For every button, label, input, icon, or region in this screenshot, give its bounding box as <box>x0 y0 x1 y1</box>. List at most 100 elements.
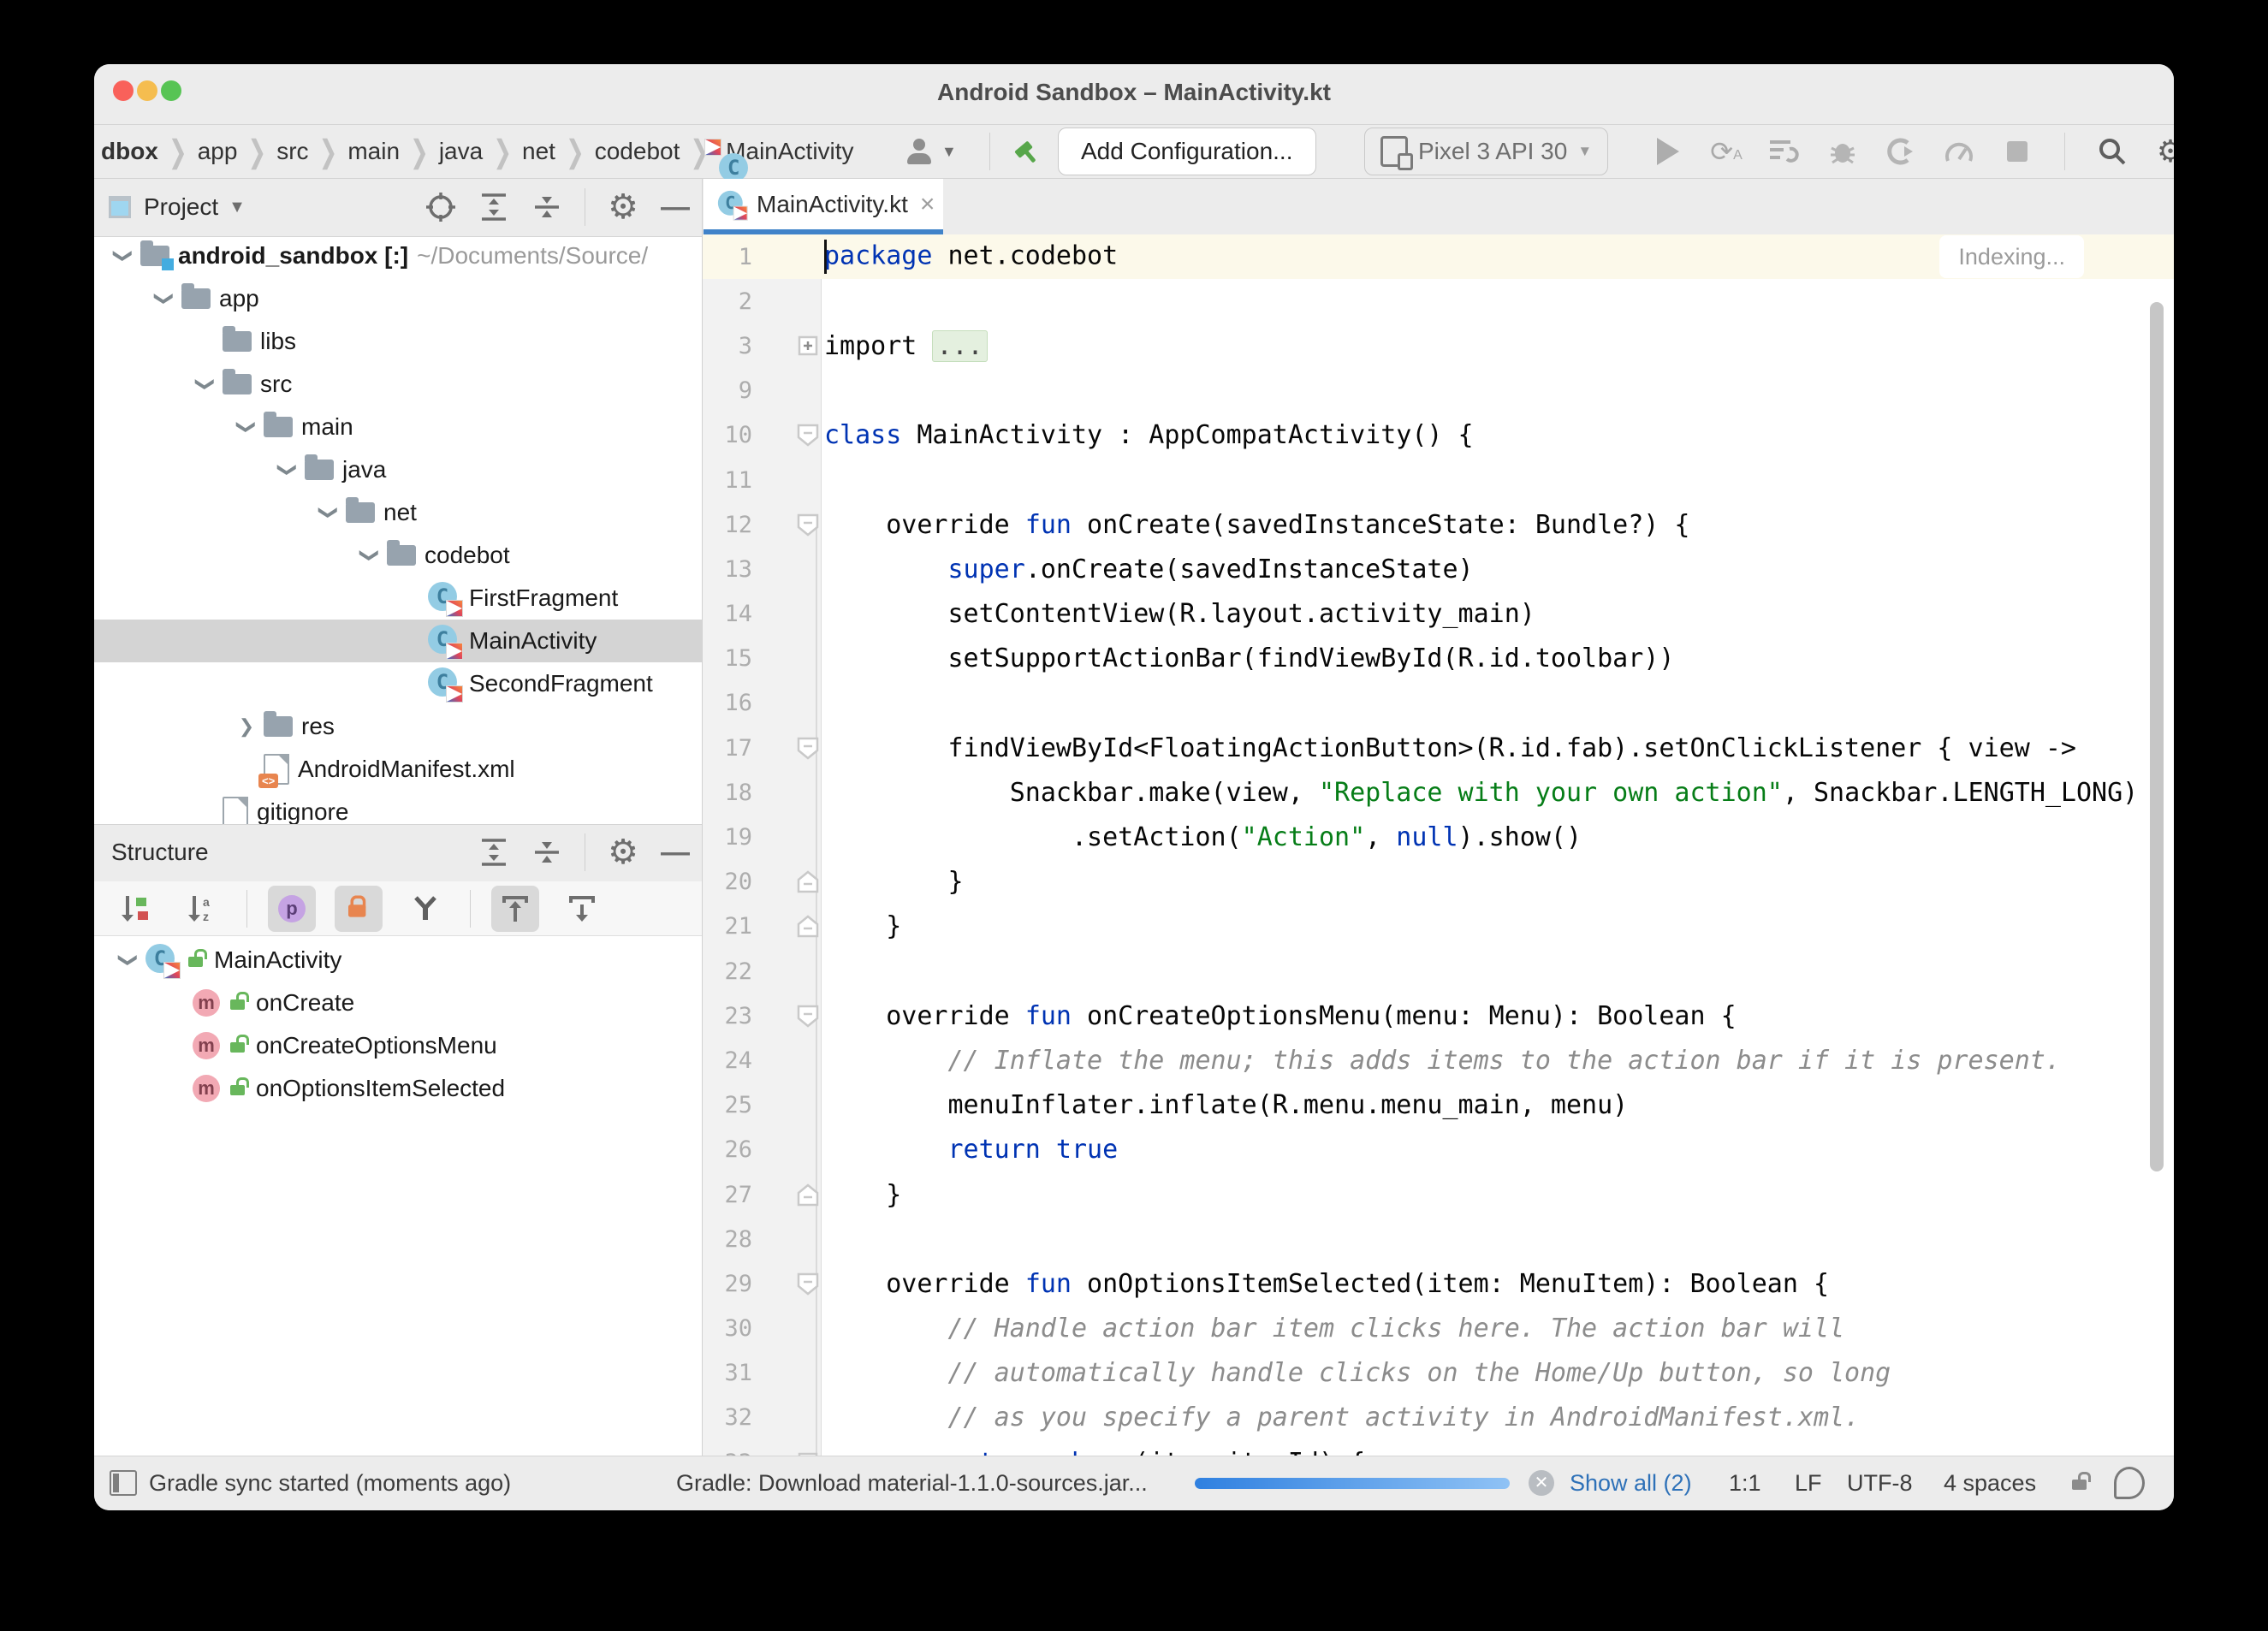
chevron-open-icon[interactable]: ❯ <box>312 501 346 524</box>
code-line-31[interactable]: 31 // automatically handle clicks on the… <box>703 1351 2174 1396</box>
structure-item-onOptionsItemSelected[interactable]: monOptionsItemSelected <box>94 1067 702 1110</box>
readonly-lock-icon[interactable] <box>2072 1456 2089 1509</box>
show-all-link[interactable]: Show all (2) <box>1570 1456 1692 1509</box>
file-encoding[interactable]: UTF-8 <box>1847 1456 1913 1509</box>
code-line-32[interactable]: 32 // as you specify a parent activity i… <box>703 1396 2174 1440</box>
code-line-27[interactable]: 27 } <box>703 1172 2174 1217</box>
tree-item-codebot[interactable]: ❯codebot <box>94 534 702 577</box>
code-line-14[interactable]: 14 setContentView(R.layout.activity_main… <box>703 592 2174 637</box>
code-line-3[interactable]: 3import ... <box>703 323 2174 368</box>
fold-marker-icon[interactable] <box>795 1183 821 1207</box>
expand-all-icon[interactable] <box>478 192 509 222</box>
breadcrumb-item[interactable]: codebot <box>595 138 680 165</box>
chevron-open-icon[interactable]: ❯ <box>188 373 223 395</box>
breadcrumb-item[interactable]: main <box>347 138 400 165</box>
breadcrumb-item[interactable]: net <box>522 138 555 165</box>
tree-item-android_sandbox[interactable]: ❯android_sandbox [:]~/Documents/Source/ <box>94 234 702 277</box>
code-line-13[interactable]: 13 super.onCreate(savedInstanceState) <box>703 547 2174 591</box>
line-ending[interactable]: LF <box>1795 1456 1822 1509</box>
tree-item-AndroidManifest.xml[interactable]: <>AndroidManifest.xml <box>94 748 702 791</box>
toolwindow-toggle-icon[interactable] <box>110 1456 137 1509</box>
code-line-23[interactable]: 23 override fun onCreateOptionsMenu(menu… <box>703 993 2174 1038</box>
tree-item-net[interactable]: ❯net <box>94 491 702 534</box>
panel-splitter[interactable] <box>702 179 703 1456</box>
add-configuration-button[interactable]: Add Configuration... <box>1058 128 1316 175</box>
stop-button[interactable] <box>1992 128 2042 175</box>
fold-marker-icon[interactable] <box>795 424 821 447</box>
structure-item-onCreate[interactable]: monCreate <box>94 982 702 1024</box>
collapse-all-icon[interactable] <box>531 837 562 868</box>
show-properties-toggle[interactable]: p <box>268 886 316 932</box>
editor-scrollbar[interactable] <box>2150 302 2164 1171</box>
tab-mainactivity[interactable]: C MainActivity.kt × <box>704 179 943 229</box>
sync-status-text[interactable]: Gradle sync started (moments ago) <box>149 1456 511 1509</box>
code-line-21[interactable]: 21 } <box>703 904 2174 949</box>
code-line-26[interactable]: 26 return true <box>703 1128 2174 1172</box>
show-fields-toggle[interactable] <box>335 886 383 932</box>
tree-item-FirstFragment[interactable]: CFirstFragment <box>94 577 702 620</box>
notifications-icon[interactable] <box>2114 1456 2145 1509</box>
code-line-20[interactable]: 20 } <box>703 860 2174 904</box>
code-line-10[interactable]: 10class MainActivity : AppCompatActivity… <box>703 413 2174 458</box>
tree-item-SecondFragment[interactable]: CSecondFragment <box>94 662 702 705</box>
code-line-28[interactable]: 28 <box>703 1217 2174 1261</box>
code-editor[interactable]: 1package net.codebot23import ...910class… <box>703 234 2174 1456</box>
tree-item-libs[interactable]: libs <box>94 320 702 363</box>
indent-setting[interactable]: 4 spaces <box>1944 1456 2036 1509</box>
profiler-button[interactable] <box>1934 128 1984 175</box>
chevron-open-icon[interactable]: ❯ <box>353 544 387 566</box>
caret-position[interactable]: 1:1 <box>1729 1456 1761 1509</box>
code-line-33[interactable]: 33 return when (item.itemId) { <box>703 1440 2174 1456</box>
search-everywhere-button[interactable] <box>2087 128 2137 175</box>
code-line-25[interactable]: 25 menuInflater.inflate(R.menu.menu_main… <box>703 1083 2174 1128</box>
code-line-11[interactable]: 11 <box>703 458 2174 502</box>
show-inherited-toggle[interactable] <box>401 886 449 932</box>
sort-alphabetically-icon[interactable]: az <box>178 886 226 932</box>
device-selector[interactable]: Pixel 3 API 30 ▼ <box>1364 128 1608 175</box>
tree-item-res[interactable]: ❯res <box>94 705 702 748</box>
chevron-open-icon[interactable]: ❯ <box>229 416 264 438</box>
chevron-down-icon[interactable]: ▼ <box>229 198 246 217</box>
hide-panel-icon[interactable]: — <box>661 191 690 224</box>
breadcrumb-item[interactable]: dbox <box>101 138 158 165</box>
fold-marker-icon[interactable] <box>795 870 821 893</box>
close-tab-icon[interactable]: × <box>920 190 935 219</box>
breadcrumb-item[interactable]: java <box>439 138 483 165</box>
collapse-all-icon[interactable] <box>531 192 562 222</box>
chevron-open-icon[interactable]: ❯ <box>147 288 181 310</box>
attach-profiler-button[interactable] <box>1876 128 1926 175</box>
tree-item-main[interactable]: ❯main <box>94 406 702 448</box>
fold-marker-icon[interactable] <box>795 335 821 356</box>
profile-menu[interactable]: ▼ <box>905 125 957 178</box>
locate-file-icon[interactable] <box>425 192 456 222</box>
fold-marker-icon[interactable] <box>795 513 821 537</box>
settings-gear-icon[interactable]: ⚙ <box>2146 128 2174 175</box>
code-line-19[interactable]: 19 .setAction("Action", null).show() <box>703 815 2174 859</box>
tree-item-MainActivity[interactable]: CMainActivity <box>94 620 702 662</box>
autoscroll-from-source-toggle[interactable] <box>491 886 539 932</box>
code-line-12[interactable]: 12 override fun onCreate(savedInstanceSt… <box>703 502 2174 547</box>
autoscroll-to-source-toggle[interactable] <box>558 886 606 932</box>
build-button[interactable] <box>1006 125 1044 178</box>
tree-item-app[interactable]: ❯app <box>94 277 702 320</box>
breadcrumb-item[interactable]: src <box>276 138 308 165</box>
fold-marker-icon[interactable] <box>795 737 821 760</box>
run-button[interactable] <box>1643 128 1693 175</box>
tree-item-java[interactable]: ❯java <box>94 448 702 491</box>
chevron-open-icon[interactable]: ❯ <box>106 245 140 267</box>
debug-button[interactable] <box>1818 128 1867 175</box>
panel-settings-gear-icon[interactable]: ⚙ <box>608 190 638 224</box>
code-line-29[interactable]: 29 override fun onOptionsItemSelected(it… <box>703 1261 2174 1306</box>
apply-changes-button[interactable]: ⟳A <box>1701 128 1751 175</box>
panel-settings-gear-icon[interactable]: ⚙ <box>608 835 638 869</box>
cancel-task-button[interactable]: ✕ <box>1529 1456 1558 1509</box>
code-line-24[interactable]: 24 // Inflate the menu; this adds items … <box>703 1038 2174 1082</box>
hide-panel-icon[interactable]: — <box>661 836 690 869</box>
code-line-15[interactable]: 15 setSupportActionBar(findViewById(R.id… <box>703 637 2174 681</box>
structure-item-onCreateOptionsMenu[interactable]: monCreateOptionsMenu <box>94 1024 702 1067</box>
expand-all-icon[interactable] <box>478 837 509 868</box>
chevron-open-icon[interactable]: ❯ <box>270 459 305 481</box>
structure-item-MainActivity[interactable]: ❯CMainActivity <box>94 939 702 982</box>
code-line-22[interactable]: 22 <box>703 949 2174 993</box>
tree-item-src[interactable]: ❯src <box>94 363 702 406</box>
